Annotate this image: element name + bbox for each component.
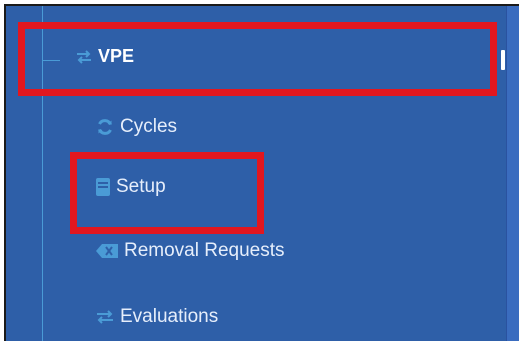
sidebar-item-label: Evaluations bbox=[120, 306, 219, 327]
sidebar-item-evaluations[interactable]: Evaluations bbox=[96, 306, 218, 328]
tree-connector-horizontal bbox=[42, 60, 60, 61]
sidebar-item-label: Setup bbox=[116, 176, 166, 197]
sidebar-item-setup[interactable]: Setup bbox=[96, 176, 166, 198]
sidebar-item-vpe[interactable]: VPE bbox=[76, 46, 134, 67]
sidebar-item-label: VPE bbox=[98, 46, 135, 66]
scroll-indicator[interactable] bbox=[501, 50, 505, 70]
sidebar-panel: VPE Cycles Setup Removal Requests Evalua… bbox=[4, 4, 519, 341]
scrollbar-track[interactable] bbox=[506, 6, 519, 341]
sidebar-item-removal-requests[interactable]: Removal Requests bbox=[96, 240, 285, 262]
swap-arrows-icon bbox=[96, 310, 114, 324]
tree-connector-vertical bbox=[42, 6, 43, 341]
backspace-icon bbox=[96, 244, 118, 258]
screenshot-frame: VPE Cycles Setup Removal Requests Evalua… bbox=[0, 0, 523, 341]
sidebar-item-label: Cycles bbox=[120, 116, 178, 137]
sidebar-item-label: Removal Requests bbox=[124, 240, 285, 261]
swap-arrows-icon bbox=[76, 49, 92, 64]
sidebar-item-cycles[interactable]: Cycles bbox=[96, 116, 177, 138]
book-icon bbox=[96, 178, 110, 196]
refresh-icon bbox=[96, 118, 114, 136]
